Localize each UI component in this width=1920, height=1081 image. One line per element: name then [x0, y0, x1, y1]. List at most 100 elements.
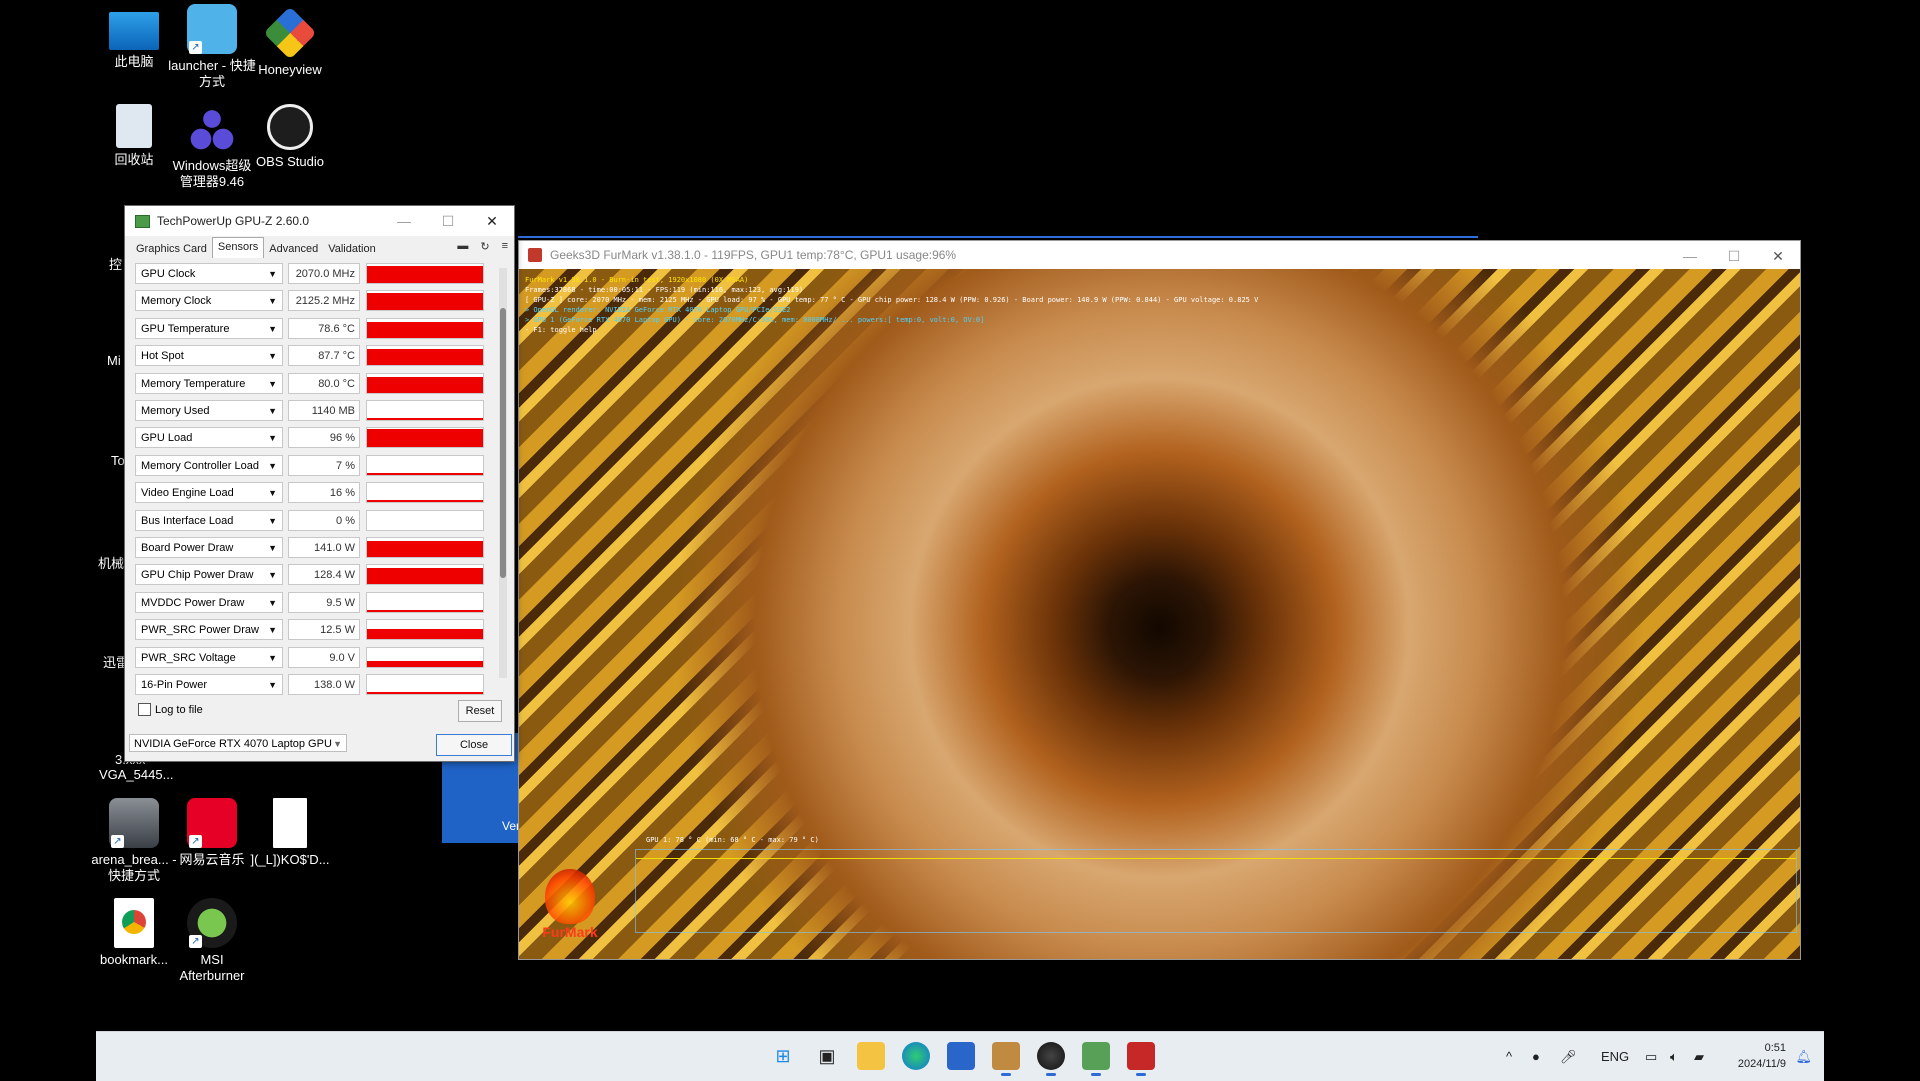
- task-view-icon[interactable]: ▣: [813, 1042, 841, 1070]
- sensor-row: PWR_SRC Power Draw ▼ 12.5 W: [135, 618, 505, 642]
- volume-icon[interactable]: 🔈︎: [1670, 1032, 1678, 1081]
- gpuz-titlebar[interactable]: TechPowerUp GPU-Z 2.60.0 — ☐ ✕: [125, 206, 514, 236]
- obs-icon: [267, 104, 313, 150]
- tab-sensors[interactable]: Sensors: [211, 237, 265, 258]
- sensor-graph-fill: [367, 472, 483, 475]
- sensor-scrollbar-thumb[interactable]: [500, 308, 506, 578]
- windows-start-icon[interactable]: ⊞: [769, 1042, 797, 1070]
- minimize-icon[interactable]: —: [382, 206, 426, 236]
- close-icon[interactable]: ✕: [470, 206, 514, 236]
- sensor-graph-fill: [367, 429, 483, 448]
- language-indicator[interactable]: ENG: [1601, 1032, 1629, 1081]
- desktop-icon-this-pc[interactable]: 此电脑: [89, 8, 179, 70]
- file-explorer-icon[interactable]: [857, 1042, 885, 1070]
- dropdown-arrow-icon: ▼: [268, 323, 277, 334]
- sensor-row: GPU Temperature ▼ 78.6 °C: [135, 317, 505, 341]
- osd-line: Frames:37868 - time:00:05:11 - FPS:119 (…: [525, 286, 804, 294]
- clock[interactable]: 0:51 2024/11/9: [1738, 1040, 1786, 1072]
- sensor-name-dropdown[interactable]: 16-Pin Power ▼: [135, 674, 283, 695]
- desktop-icon-bookmark[interactable]: bookmark...: [89, 898, 179, 968]
- furmark-titlebar[interactable]: Geeks3D FurMark v1.38.1.0 - 119FPS, GPU1…: [519, 241, 1800, 269]
- furmark-taskbar-icon[interactable]: [1127, 1042, 1155, 1076]
- flame-icon: [545, 869, 595, 924]
- arena-icon: ↗: [109, 798, 159, 848]
- tray-app-icon[interactable]: ●: [1532, 1032, 1540, 1081]
- desktop-icon-msi-afterburner[interactable]: ↗ MSI Afterburner: [167, 898, 257, 984]
- sensor-name-dropdown[interactable]: Memory Temperature ▼: [135, 372, 283, 394]
- sensor-name: 16-Pin Power: [141, 679, 208, 691]
- furmark-logo: FurMark: [525, 869, 615, 949]
- clock-time: 0:51: [1764, 1042, 1786, 1054]
- battery-icon[interactable]: ▰: [1694, 1032, 1704, 1081]
- camera-icon[interactable]: ▬: [457, 240, 468, 253]
- app-icon[interactable]: [992, 1042, 1020, 1076]
- desktop-icon-arena[interactable]: ↗ arena_brea... - 快捷方式: [89, 798, 179, 884]
- sensor-name-dropdown[interactable]: Bus Interface Load ▼: [135, 509, 283, 531]
- sensor-name-dropdown[interactable]: MVDDC Power Draw ▼: [135, 591, 283, 613]
- reset-button[interactable]: Reset: [458, 700, 502, 722]
- sensor-value: 2125.2 MHz: [288, 290, 360, 312]
- desktop-icon-obs[interactable]: OBS Studio: [245, 104, 335, 170]
- close-button[interactable]: Close: [436, 734, 512, 756]
- sensor-name-dropdown[interactable]: Memory Clock ▼: [135, 290, 283, 312]
- gpuz-window[interactable]: TechPowerUp GPU-Z 2.60.0 — ☐ ✕ Graphics …: [124, 205, 515, 762]
- sensor-graph: [366, 537, 484, 558]
- sensor-scrollbar[interactable]: [499, 268, 507, 678]
- desktop-icon-netease-music[interactable]: ↗ 网易云音乐: [167, 798, 257, 868]
- furmark-window[interactable]: Geeks3D FurMark v1.38.1.0 - 119FPS, GPU1…: [518, 240, 1801, 960]
- tab-advanced[interactable]: Advanced: [264, 240, 323, 258]
- document-icon: [273, 798, 307, 848]
- sensor-name-dropdown[interactable]: PWR_SRC Voltage ▼: [135, 646, 283, 668]
- sensor-graph: [366, 427, 484, 449]
- sensor-name-dropdown[interactable]: Memory Controller Load ▼: [135, 454, 283, 476]
- notification-icon[interactable]: 🔔︎: [1795, 1032, 1812, 1081]
- log-to-file[interactable]: Log to file: [138, 703, 203, 716]
- desktop-icon-document[interactable]: ](_L])KO$'D...: [245, 798, 335, 868]
- furmark-logo-text: FurMark: [542, 924, 598, 940]
- desktop-icon-windows-manager[interactable]: Windows超级管理器9.46: [167, 104, 257, 190]
- sensor-name-dropdown[interactable]: GPU Chip Power Draw ▼: [135, 564, 283, 586]
- chevron-up-icon[interactable]: ^: [1506, 1032, 1512, 1081]
- app-icon[interactable]: [1037, 1042, 1065, 1076]
- desktop-icon-label: ](_L])KO$'D...: [250, 852, 330, 867]
- sensor-value: 78.6 °C: [288, 317, 360, 339]
- refresh-icon[interactable]: ↻: [480, 240, 489, 253]
- sensor-name-dropdown[interactable]: GPU Temperature ▼: [135, 317, 283, 339]
- sensor-name-dropdown[interactable]: Board Power Draw ▼: [135, 537, 283, 558]
- partial-label: 机械: [98, 556, 125, 571]
- chevron-down-icon: ▼: [333, 739, 342, 749]
- maximize-icon[interactable]: ☐: [426, 206, 470, 236]
- menu-icon[interactable]: ≡: [502, 240, 508, 253]
- gpu-select[interactable]: NVIDIA GeForce RTX 4070 Laptop GPU ▼: [129, 734, 347, 752]
- minimize-icon[interactable]: —: [1668, 241, 1712, 271]
- tab-validation[interactable]: Validation: [323, 240, 381, 258]
- sensor-name-dropdown[interactable]: GPU Clock ▼: [135, 263, 283, 284]
- log-to-file-checkbox[interactable]: [138, 703, 151, 716]
- sensor-name-dropdown[interactable]: Video Engine Load ▼: [135, 482, 283, 504]
- edge-icon[interactable]: [902, 1042, 930, 1070]
- sensor-graph: [366, 372, 484, 394]
- gpuz-taskbar-icon[interactable]: [1082, 1042, 1110, 1076]
- dropdown-arrow-icon: ▼: [268, 378, 277, 389]
- network-icon[interactable]: ▭: [1645, 1032, 1657, 1081]
- furmark-osd: FurMark v1.38.1.0 - Burn-in test, 1920x1…: [525, 275, 1258, 335]
- store-icon[interactable]: [947, 1042, 975, 1070]
- osd-line: FurMark v1.38.1.0 - Burn-in test, 1920x1…: [525, 276, 749, 284]
- desktop-icon-launcher[interactable]: ↗ launcher - 快捷方式: [167, 4, 257, 90]
- sensor-name-dropdown[interactable]: Memory Used ▼: [135, 400, 283, 421]
- desktop-icon-honeyview[interactable]: Honeyview: [245, 6, 335, 78]
- desktop-icon-recycle-bin[interactable]: 回收站: [89, 104, 179, 168]
- furmark-render-canvas[interactable]: FurMark v1.38.1.0 - Burn-in test, 1920x1…: [519, 269, 1800, 959]
- desktop-icon-label: launcher - 快捷方式: [168, 58, 256, 89]
- microphone-icon[interactable]: 🎤︎: [1560, 1032, 1577, 1081]
- sensor-row: Memory Clock ▼ 2125.2 MHz: [135, 289, 505, 313]
- furmark-app-icon: [528, 248, 542, 262]
- close-icon[interactable]: ✕: [1756, 241, 1800, 271]
- maximize-icon[interactable]: ☐: [1712, 241, 1756, 271]
- sensor-name-dropdown[interactable]: GPU Load ▼: [135, 427, 283, 449]
- sensor-name-dropdown[interactable]: Hot Spot ▼: [135, 345, 283, 367]
- dropdown-arrow-icon: ▼: [268, 597, 277, 608]
- sensor-graph-fill: [367, 266, 483, 283]
- tab-graphics-card[interactable]: Graphics Card: [131, 240, 212, 258]
- sensor-name-dropdown[interactable]: PWR_SRC Power Draw ▼: [135, 619, 283, 641]
